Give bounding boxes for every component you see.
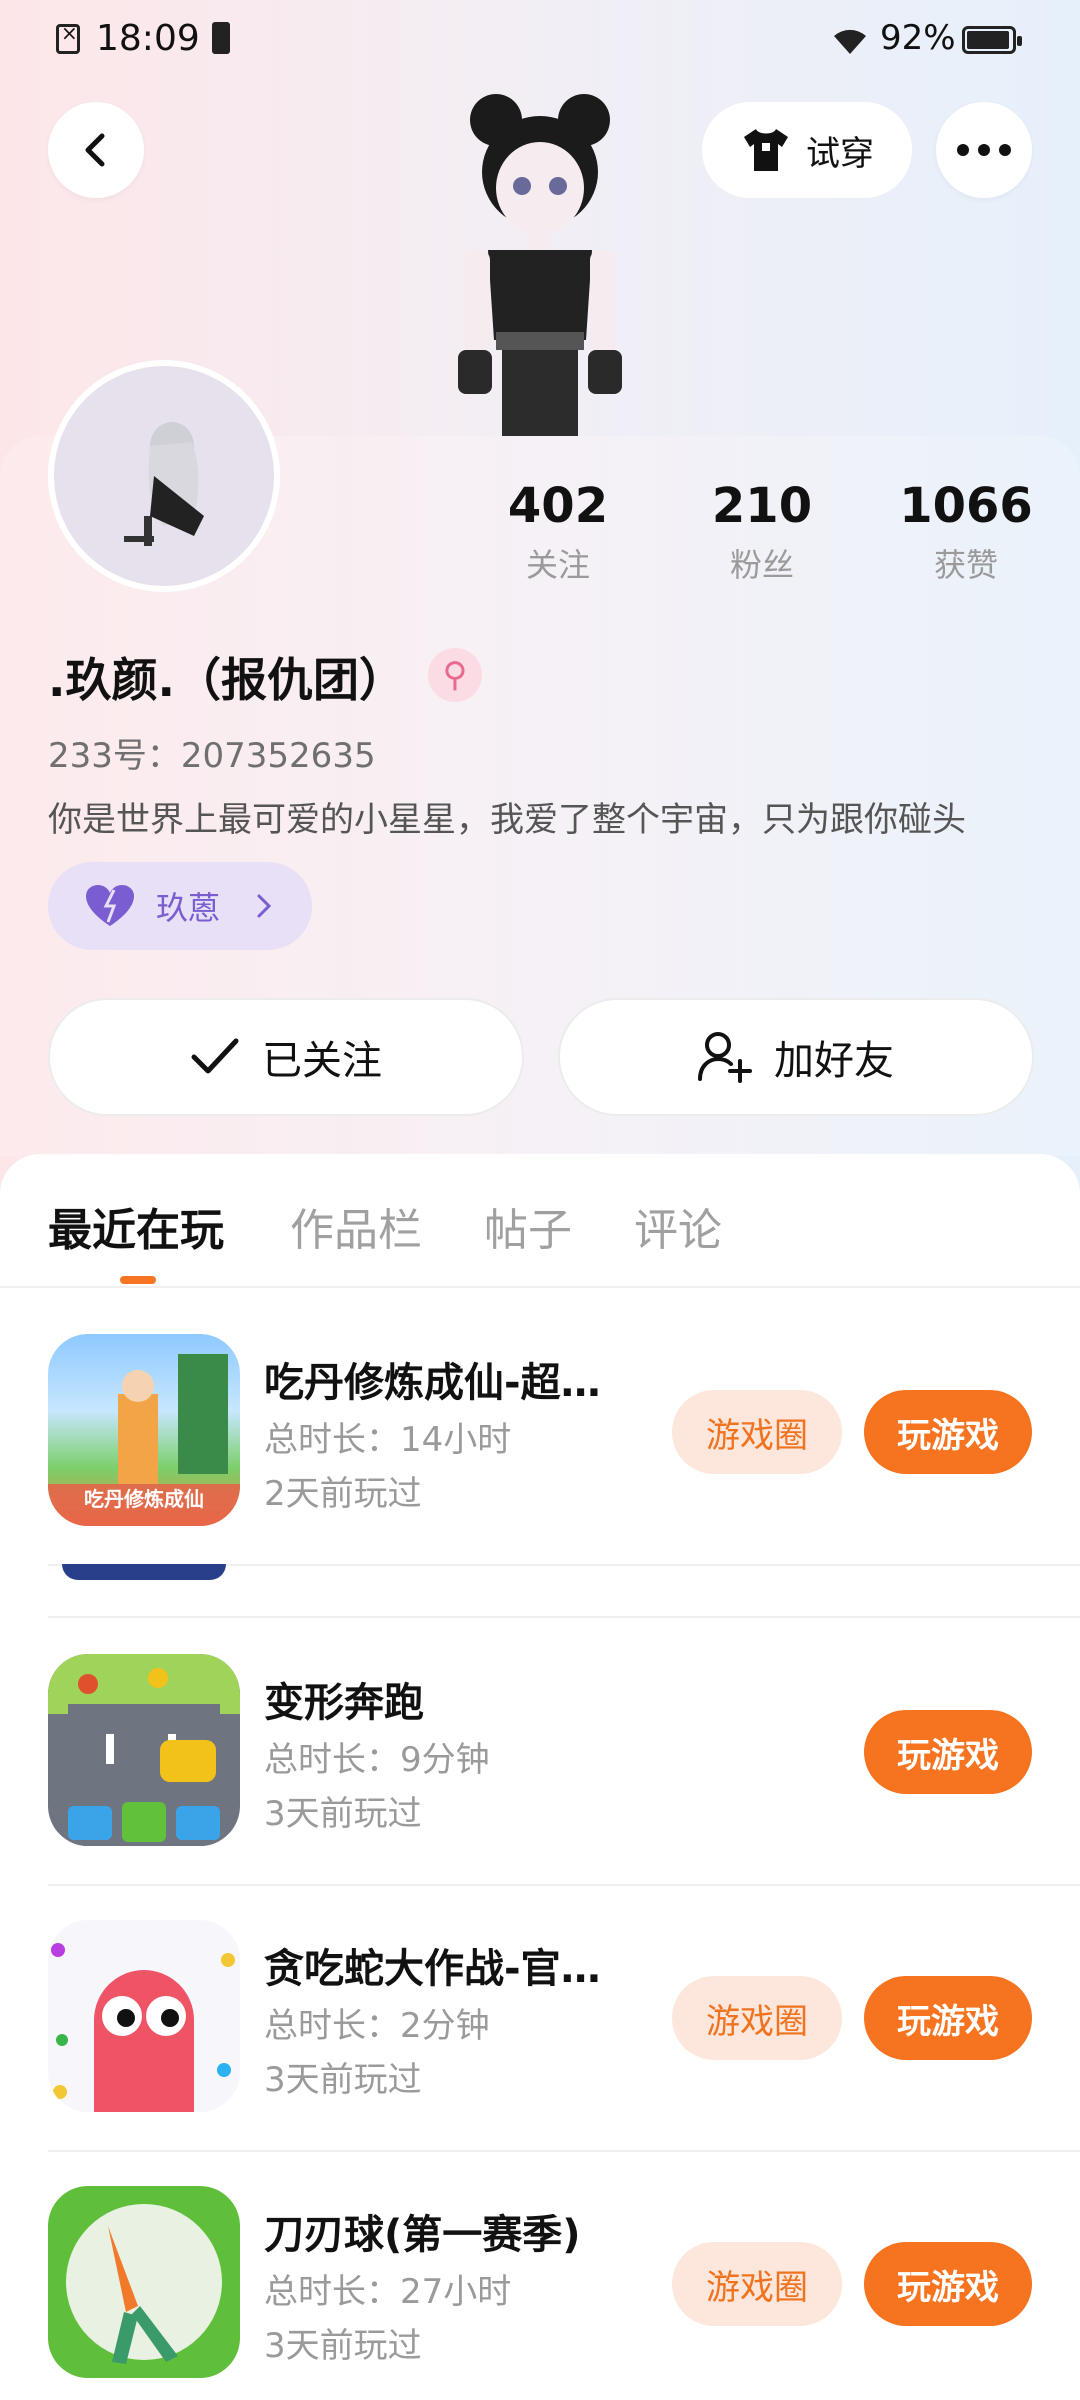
gender-female-icon: ⚲ — [428, 648, 482, 702]
add-friend-label: 加好友 — [774, 1038, 894, 1084]
chevron-left-icon — [85, 133, 105, 167]
battery-icon — [962, 26, 1022, 54]
game-last-played: 3天前玩过 — [264, 2326, 422, 2366]
followed-button[interactable]: 已关注 — [48, 998, 524, 1116]
stat-label: 粉丝 — [729, 546, 794, 584]
stat-value: 1066 — [899, 478, 1033, 534]
game-last-played: 3天前玩过 — [264, 1794, 422, 1834]
game-last-played: 2天前玩过 — [264, 1474, 422, 1514]
game-duration: 总时长：27小时 — [264, 2272, 512, 2312]
battery-percent: 92% — [880, 18, 956, 58]
relationship-label: 玖蒽 — [156, 889, 221, 927]
partial-game-icon — [62, 1564, 226, 1580]
game-title: 吃丹修炼成仙-超… — [264, 1360, 601, 1406]
stat-value: 210 — [711, 478, 813, 534]
more-button[interactable] — [936, 102, 1032, 198]
stat-label: 关注 — [525, 546, 590, 584]
tshirt-icon — [744, 129, 788, 171]
no-sim-icon — [56, 21, 80, 54]
stat-likes[interactable]: 1066 获赞 — [876, 478, 1056, 586]
check-icon — [191, 1038, 239, 1074]
game-list-item[interactable]: 吃丹修炼成仙 吃丹修炼成仙-超… 总时长：14小时 2天前玩过 游戏圈 玩游戏 — [48, 1334, 1032, 1534]
followed-label: 已关注 — [262, 1038, 382, 1084]
add-friend-button[interactable]: 加好友 — [558, 998, 1034, 1116]
avatar[interactable] — [48, 360, 280, 592]
stat-label: 获赞 — [933, 546, 998, 584]
active-tab-indicator — [120, 1276, 156, 1284]
divider — [48, 2150, 1080, 2152]
game-icon-text: 吃丹修炼成仙 — [84, 1487, 204, 1511]
divider — [48, 1884, 1080, 1886]
play-game-button[interactable]: 玩游戏 — [864, 1390, 1032, 1474]
try-on-label: 试穿 — [806, 133, 874, 174]
status-bar: 18:09 92% — [0, 0, 1080, 84]
small-battery-icon — [212, 22, 230, 54]
game-icon — [48, 2186, 240, 2378]
status-time: 18:09 — [96, 18, 200, 59]
game-title: 变形奔跑 — [264, 1680, 424, 1726]
stat-value: 402 — [507, 478, 609, 534]
game-duration: 总时长：2分钟 — [264, 2006, 490, 2046]
avatar-3d-character[interactable] — [410, 80, 670, 440]
stat-following[interactable]: 402 关注 — [468, 478, 648, 586]
play-game-button[interactable]: 玩游戏 — [864, 1710, 1032, 1794]
game-circle-button[interactable]: 游戏圈 — [672, 1390, 842, 1474]
game-icon: 吃丹修炼成仙 — [48, 1334, 240, 1526]
wifi-icon — [830, 22, 870, 66]
play-game-button[interactable]: 玩游戏 — [864, 2242, 1032, 2326]
relationship-pill[interactable]: 玖蒽 — [48, 862, 312, 950]
chevron-right-icon — [257, 894, 272, 918]
game-list-item[interactable]: 贪吃蛇大作战-官… 总时长：2分钟 3天前玩过 游戏圈 玩游戏 — [48, 1920, 1032, 2120]
game-circle-button[interactable]: 游戏圈 — [672, 1976, 842, 2060]
game-icon — [48, 1654, 240, 1846]
game-list-item[interactable]: 变形奔跑 总时长：9分钟 3天前玩过 玩游戏 — [48, 1654, 1032, 1854]
tab-posts[interactable]: 帖子 — [484, 1194, 572, 1258]
profile-name: .玖颜.（报仇团） — [48, 653, 405, 707]
game-duration: 总时长：14小时 — [264, 1420, 512, 1460]
profile-bio: 你是世界上最可爱的小星星，我爱了整个宇宙，只为跟你碰头 — [48, 800, 966, 840]
profile-tabs: 最近在玩 作品栏 帖子 评论 — [0, 1154, 1080, 1288]
divider — [48, 1616, 1080, 1618]
tab-works[interactable]: 作品栏 — [290, 1194, 422, 1258]
user-id: 233号：207352635 — [48, 736, 376, 776]
play-game-button[interactable]: 玩游戏 — [864, 1976, 1032, 2060]
game-circle-button[interactable]: 游戏圈 — [672, 2242, 842, 2326]
add-user-icon — [698, 1032, 752, 1083]
more-dots-icon — [957, 144, 1011, 156]
game-title: 贪吃蛇大作战-官… — [264, 1946, 601, 1992]
tab-recently-played[interactable]: 最近在玩 — [48, 1194, 224, 1258]
back-button[interactable] — [48, 102, 144, 198]
stat-followers[interactable]: 210 粉丝 — [672, 478, 852, 586]
game-list-item[interactable]: 刀刃球(第一赛季) 总时长：27小时 3天前玩过 游戏圈 玩游戏 — [48, 2186, 1032, 2386]
heart-icon — [86, 885, 134, 926]
try-on-button[interactable]: 试穿 — [702, 102, 912, 198]
game-title: 刀刃球(第一赛季) — [264, 2212, 581, 2258]
game-icon — [48, 1920, 240, 2112]
game-last-played: 3天前玩过 — [264, 2060, 422, 2100]
tab-comments[interactable]: 评论 — [634, 1194, 722, 1258]
game-duration: 总时长：9分钟 — [264, 1740, 490, 1780]
